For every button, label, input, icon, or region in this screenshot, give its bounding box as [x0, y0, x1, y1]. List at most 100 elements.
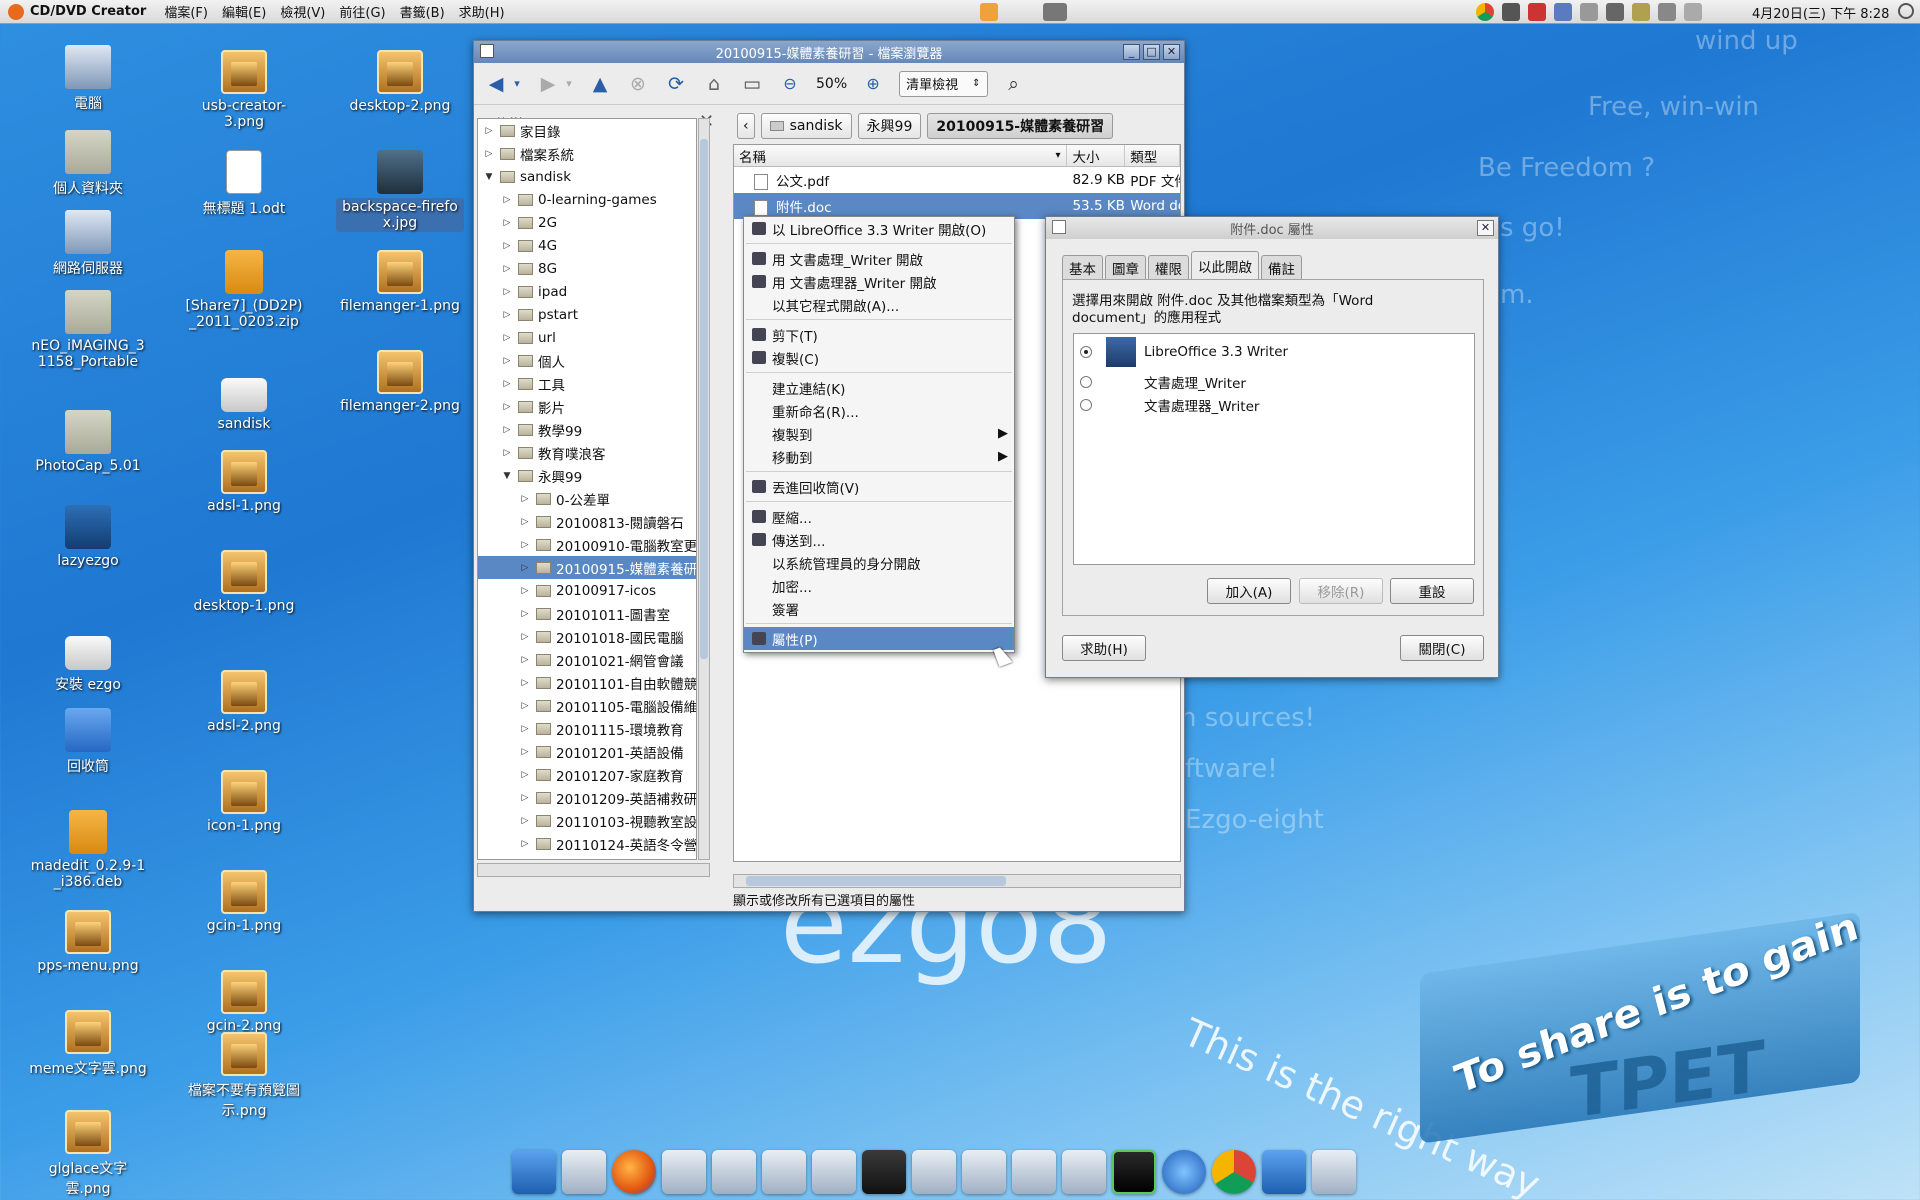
expander-closed-icon[interactable]: ▷ — [518, 494, 532, 504]
expander-closed-icon[interactable]: ▷ — [518, 839, 532, 849]
dialog-close-button[interactable]: ✕ — [1477, 220, 1494, 236]
desktop-icon-adsl-1[interactable]: adsl-1.png — [184, 450, 304, 514]
dock-window2-icon[interactable] — [1062, 1150, 1106, 1194]
tree-vertical-scrollbar[interactable] — [698, 118, 710, 860]
cursor-tool-icon[interactable] — [980, 3, 998, 21]
tab-0[interactable]: 基本 — [1062, 255, 1103, 279]
tree-item[interactable]: ▷ 20110124-英語冬令營 — [478, 832, 696, 855]
desktop-icon-home[interactable]: 個人資料夾 — [28, 130, 148, 198]
menu-view[interactable]: 檢視(V) — [280, 2, 325, 21]
expander-open-icon[interactable]: ▼ — [482, 172, 496, 182]
tree-item[interactable]: ▷ 工具 — [478, 372, 696, 395]
desktop-icon-trash[interactable]: 回收筒 — [28, 708, 148, 776]
dock-calculator-icon[interactable] — [812, 1150, 856, 1194]
tree-item[interactable]: ▷ 影片 — [478, 395, 696, 418]
tree-item[interactable]: ▷ 20100910-電腦教室更新 — [478, 533, 696, 556]
tree-item[interactable]: ▷ 20101011-圖書室 — [478, 602, 696, 625]
desktop-icon-madedit[interactable]: madedit_0.2.9-1_i386.deb — [28, 810, 148, 890]
dialog-titlebar[interactable]: 附件.doc 屬性 ✕ — [1046, 217, 1498, 239]
tree-item[interactable]: ▷ 2G — [478, 211, 696, 234]
dock-globe-icon[interactable] — [1162, 1150, 1206, 1194]
tab-4[interactable]: 備註 — [1261, 255, 1302, 279]
tree-item[interactable]: ▷ 20101115-環境教育 — [478, 717, 696, 740]
tree-item[interactable]: ▷ 教學99 — [478, 418, 696, 441]
column-name[interactable]: 名稱 ▾ — [734, 145, 1068, 166]
context-menu-item[interactable]: 重新命名(R)... — [744, 399, 1014, 422]
context-menu-item[interactable]: 移動到 ▶ — [744, 445, 1014, 468]
menu-edit[interactable]: 編輯(E) — [222, 2, 266, 21]
file-row[interactable]: 公文.pdf 82.9 KB PDF 文件 — [734, 167, 1180, 193]
expander-closed-icon[interactable]: ▷ — [500, 379, 514, 389]
desktop-icon-desktop-1[interactable]: desktop-1.png — [184, 550, 304, 614]
context-menu-item[interactable]: 丟進回收筒(V) — [744, 475, 1014, 498]
context-menu-item[interactable]: 用 文書處理_Writer 開啟 — [744, 247, 1014, 270]
remove-button[interactable]: 移除(R) — [1299, 578, 1383, 604]
desktop-icon-pps-menu[interactable]: pps-menu.png — [28, 910, 148, 974]
desktop-icon-gcin-2[interactable]: gcin-2.png — [184, 970, 304, 1034]
breadcrumb-yongxing99[interactable]: 永興99 — [857, 113, 922, 139]
maximize-button[interactable]: □ — [1143, 44, 1160, 60]
desktop-icon-icon-1[interactable]: icon-1.png — [184, 770, 304, 834]
context-menu-item[interactable]: 用 文書處理器_Writer 開啟 — [744, 270, 1014, 293]
application-option[interactable]: 文書處理器_Writer — [1074, 393, 1474, 416]
context-menu-item[interactable]: 以其它程式開啟(A)... — [744, 293, 1014, 316]
expander-closed-icon[interactable]: ▷ — [500, 195, 514, 205]
desktop-icon-install-ezgo[interactable]: 安裝 ezgo — [28, 628, 148, 694]
tree-item[interactable]: ▷ 20100917-icos — [478, 579, 696, 602]
tree-item[interactable]: ▷ 20101209-英語補救研習 — [478, 786, 696, 809]
filezilla-icon[interactable] — [1528, 3, 1546, 21]
tab-1[interactable]: 圖章 — [1105, 255, 1146, 279]
desktop-icon-sandisk[interactable]: sandisk — [184, 370, 304, 432]
expander-closed-icon[interactable]: ▷ — [500, 402, 514, 412]
expander-closed-icon[interactable]: ▷ — [518, 563, 532, 573]
tree-item[interactable]: ▷ url — [478, 326, 696, 349]
tree-item[interactable]: ▼ 永興99 — [478, 464, 696, 487]
desktop-icon-filemanger-1[interactable]: filemanger-1.png — [340, 250, 460, 314]
context-menu-item[interactable]: 以系統管理員的身分開啟 — [744, 551, 1014, 574]
tree-item[interactable]: ▷ pstart — [478, 303, 696, 326]
menu-go[interactable]: 前往(G) — [339, 2, 385, 21]
expander-open-icon[interactable]: ▼ — [500, 471, 514, 481]
expander-closed-icon[interactable]: ▷ — [518, 678, 532, 688]
desktop-icon-adsl-2[interactable]: adsl-2.png — [184, 670, 304, 734]
context-menu-item[interactable]: 建立連結(K) — [744, 376, 1014, 399]
context-menu-item[interactable]: 簽署 — [744, 597, 1014, 620]
back-history-icon[interactable]: ▾ — [512, 72, 522, 96]
window-menu-icon[interactable] — [480, 44, 494, 58]
radio-button[interactable] — [1080, 398, 1092, 411]
expander-closed-icon[interactable]: ▷ — [518, 724, 532, 734]
desktop-icon-untitled-odt[interactable]: 無標題 1.odt — [184, 150, 304, 218]
context-menu-item[interactable]: 剪下(T) — [744, 323, 1014, 346]
dock-disk-icon[interactable] — [662, 1150, 706, 1194]
pen-icon[interactable] — [1606, 3, 1624, 21]
expander-closed-icon[interactable]: ▷ — [482, 149, 496, 159]
tree-item[interactable]: ▷ 20100915-媒體素養研習 — [478, 556, 696, 579]
desktop-icon-no-preview[interactable]: 檔案不要有預覽圖示.png — [170, 1032, 318, 1120]
tab-3[interactable]: 以此開啟 — [1191, 251, 1259, 279]
application-option[interactable]: LibreOffice 3.3 Writer — [1074, 334, 1474, 370]
desktop-icon-meme[interactable]: meme文字雲.png — [28, 1010, 148, 1078]
chrome-tray-icon[interactable] — [1476, 3, 1494, 21]
menu-help[interactable]: 求助(H) — [459, 2, 505, 21]
expander-closed-icon[interactable]: ▷ — [518, 770, 532, 780]
zoom-in-icon[interactable]: ⊕ — [861, 72, 885, 96]
column-type[interactable]: 類型 — [1125, 145, 1180, 166]
up-icon[interactable]: ▲ — [588, 72, 612, 96]
close-dialog-button[interactable]: 關閉(C) — [1400, 635, 1484, 661]
expander-closed-icon[interactable]: ▷ — [500, 241, 514, 251]
add-button[interactable]: 加入(A) — [1207, 578, 1291, 604]
tree-item[interactable]: ▼ sandisk — [478, 165, 696, 188]
display-icon[interactable] — [1632, 3, 1650, 21]
dock-terminal-icon[interactable] — [862, 1150, 906, 1194]
reload-icon[interactable]: ⟳ — [664, 72, 688, 96]
breadcrumb-back-button[interactable]: ‹ — [737, 113, 755, 139]
clock[interactable]: 4月20日(三) 下午 8:28 — [1752, 3, 1889, 22]
desktop-icon-photocap[interactable]: PhotoCap_5.01 — [28, 410, 148, 474]
expander-closed-icon[interactable]: ▷ — [500, 310, 514, 320]
forward-history-icon[interactable]: ▾ — [564, 72, 574, 96]
desktop-icon-network[interactable]: 網路伺服器 — [28, 210, 148, 278]
context-menu-item[interactable]: 加密... — [744, 574, 1014, 597]
expander-closed-icon[interactable]: ▷ — [500, 448, 514, 458]
expander-closed-icon[interactable]: ▷ — [518, 655, 532, 665]
tree-item[interactable]: ▷ 教育噗浪客 — [478, 441, 696, 464]
